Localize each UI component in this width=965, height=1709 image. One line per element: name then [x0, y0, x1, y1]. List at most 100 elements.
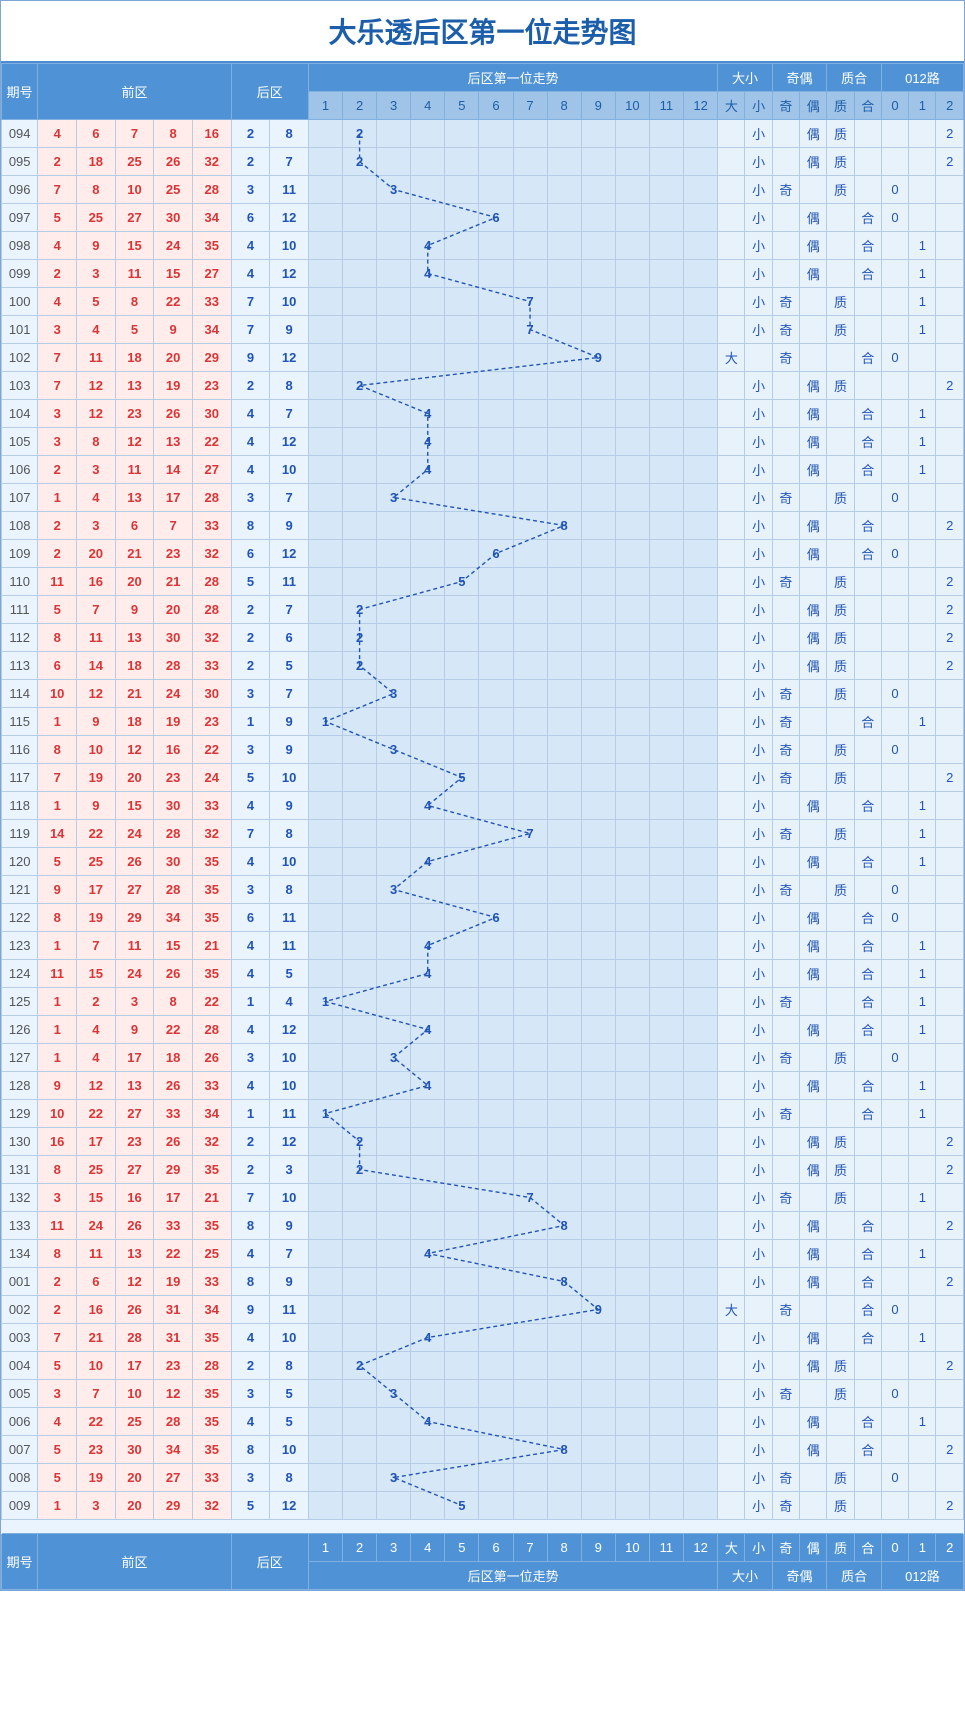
- attr-cell: [718, 820, 745, 848]
- trend-cell: [649, 792, 683, 820]
- rear-cell: 9: [270, 1212, 309, 1240]
- front-cell: 18: [154, 1044, 193, 1072]
- issue-cell: 112: [2, 624, 38, 652]
- trend-cell: [513, 1128, 547, 1156]
- trend-cell: [547, 848, 581, 876]
- attr-cell: 奇: [772, 568, 799, 596]
- trend-cell: [308, 484, 342, 512]
- trend-cell: [649, 1436, 683, 1464]
- trend-cell: [308, 932, 342, 960]
- trend-cell: [547, 372, 581, 400]
- header-issue: 期号: [2, 64, 38, 120]
- trend-cell: [581, 764, 615, 792]
- attr-cell: [854, 568, 881, 596]
- front-cell: 22: [154, 1240, 193, 1268]
- data-row: 1177192023245105小奇质2: [2, 764, 964, 792]
- front-cell: 12: [77, 400, 116, 428]
- front-cell: 11: [77, 344, 116, 372]
- attr-cell: [718, 764, 745, 792]
- attr-cell: [854, 680, 881, 708]
- front-cell: 28: [115, 1324, 154, 1352]
- trend-cell: [547, 764, 581, 792]
- trend-cell: [445, 400, 479, 428]
- attr-cell: [718, 456, 745, 484]
- trend-cell: [615, 344, 649, 372]
- mod-cell: [936, 1044, 964, 1072]
- attr-cell: [800, 484, 827, 512]
- mod-cell: 0: [881, 736, 908, 764]
- attr-cell: 小: [745, 624, 772, 652]
- data-row: 1205252630354104小偶合1: [2, 848, 964, 876]
- trend-cell: [445, 1016, 479, 1044]
- front-cell: 3: [38, 1184, 77, 1212]
- trend-cell: [343, 764, 377, 792]
- trend-cell: [581, 792, 615, 820]
- trend-cell: [615, 1100, 649, 1128]
- mod-cell: [881, 428, 908, 456]
- front-cell: 29: [154, 1156, 193, 1184]
- rear-cell: 2: [231, 1156, 270, 1184]
- front-cell: 23: [115, 1128, 154, 1156]
- trend-cell: [649, 568, 683, 596]
- attr-cell: 质: [827, 288, 854, 316]
- attr-cell: 合: [854, 512, 881, 540]
- rear-cell: 1: [231, 708, 270, 736]
- trend-cell: [615, 1240, 649, 1268]
- trend-cell: [479, 1156, 513, 1184]
- issue-cell: 003: [2, 1324, 38, 1352]
- front-cell: 6: [115, 512, 154, 540]
- mod-cell: 1: [909, 708, 936, 736]
- mod-cell: [909, 1464, 936, 1492]
- header-front: 前区: [38, 64, 231, 120]
- trend-cell: [581, 372, 615, 400]
- trend-cell: [547, 708, 581, 736]
- trend-cell: 1: [308, 1100, 342, 1128]
- trend-cell: [513, 1324, 547, 1352]
- trend-cell: [308, 120, 342, 148]
- issue-cell: 129: [2, 1100, 38, 1128]
- front-cell: 24: [154, 232, 193, 260]
- trend-cell: [411, 540, 445, 568]
- footer-issue: 期号: [2, 1534, 38, 1590]
- mod-cell: 1: [909, 428, 936, 456]
- trend-cell: [581, 932, 615, 960]
- attr-cell: 质: [827, 652, 854, 680]
- trend-cell: [445, 1184, 479, 1212]
- trend-cell: [308, 1464, 342, 1492]
- rear-cell: 11: [270, 904, 309, 932]
- trend-cell: [343, 1212, 377, 1240]
- data-row: 1115792028272小偶质2: [2, 596, 964, 624]
- attr-cell: 偶: [800, 456, 827, 484]
- trend-cell: [547, 904, 581, 932]
- rear-cell: 4: [270, 988, 309, 1016]
- trend-cell: [513, 1352, 547, 1380]
- trend-cell: 4: [411, 1072, 445, 1100]
- trend-cell: [479, 1072, 513, 1100]
- attr-cell: 质: [827, 736, 854, 764]
- trend-cell: 2: [343, 148, 377, 176]
- trend-cell: [479, 120, 513, 148]
- mod-cell: [909, 204, 936, 232]
- trend-cell: [343, 1380, 377, 1408]
- rear-cell: 4: [231, 400, 270, 428]
- trend-cell: [411, 512, 445, 540]
- front-cell: 11: [77, 1240, 116, 1268]
- mod-cell: [936, 204, 964, 232]
- trend-cell: [479, 428, 513, 456]
- trend-cell: [308, 1156, 342, 1184]
- front-cell: 19: [77, 904, 116, 932]
- attr-cell: [854, 624, 881, 652]
- attr-cell: [800, 344, 827, 372]
- rear-cell: 9: [231, 344, 270, 372]
- attr-cell: [772, 1436, 799, 1464]
- front-cell: 25: [77, 848, 116, 876]
- trend-cell: 2: [343, 1156, 377, 1184]
- trend-cell: [445, 1212, 479, 1240]
- trend-cell: [479, 960, 513, 988]
- trend-cell: [649, 988, 683, 1016]
- trend-cell: [513, 1464, 547, 1492]
- front-cell: 7: [77, 1380, 116, 1408]
- attr-cell: [718, 624, 745, 652]
- trend-cell: [683, 1044, 717, 1072]
- attr-cell: 质: [827, 1380, 854, 1408]
